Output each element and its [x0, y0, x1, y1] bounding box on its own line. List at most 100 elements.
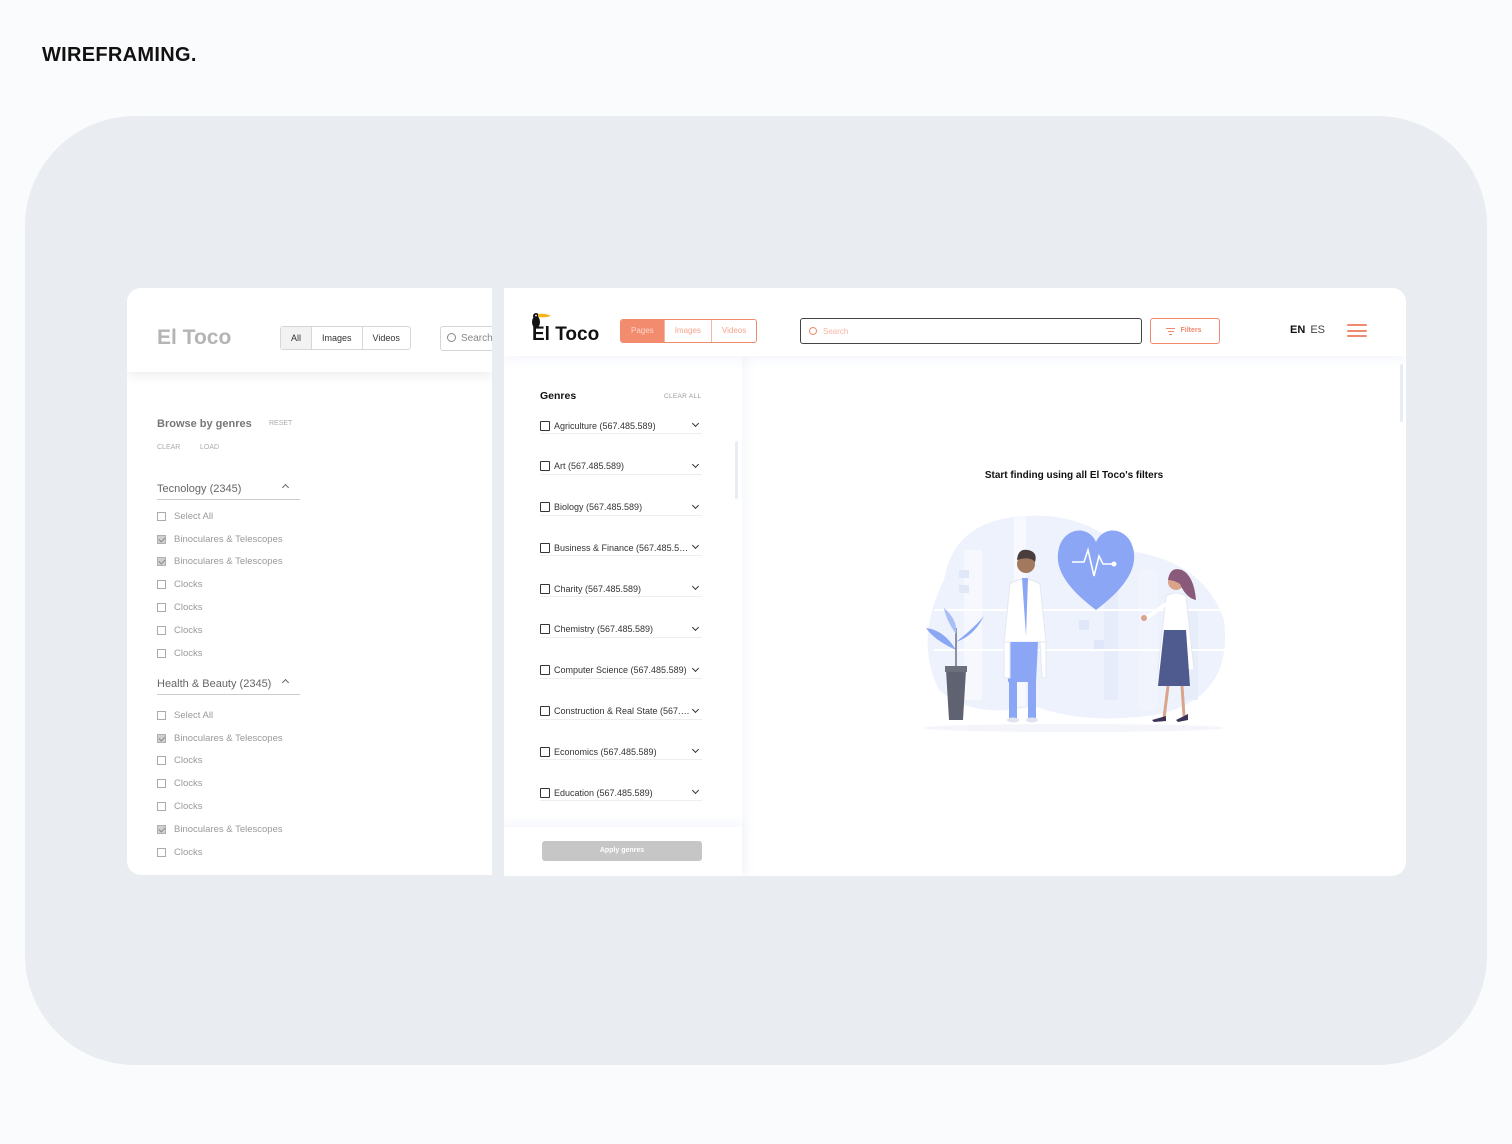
wireframe-checkbox-label: Select All — [174, 709, 214, 721]
menu-icon[interactable] — [1347, 324, 1367, 337]
group-header-tecnology[interactable]: Tecnology (2345) — [157, 483, 300, 500]
tab-videos[interactable]: Videos — [712, 320, 756, 342]
wireframe-tab-videos[interactable]: Videos — [363, 327, 410, 349]
genre-item[interactable]: Education (567.485.589) — [540, 775, 702, 816]
chevron-down-icon[interactable] — [691, 501, 700, 509]
genre-checkbox[interactable] — [540, 502, 550, 513]
genres-panel: Genres CLEAR ALL Agriculture (567.485.58… — [504, 356, 742, 876]
clear-link[interactable]: CLEAR — [157, 444, 180, 451]
genre-row[interactable]: Construction & Real State (567.485.589) — [540, 704, 702, 720]
lang-en-option[interactable]: EN — [1290, 324, 1305, 336]
wireframe-checkbox-item[interactable]: Select All — [157, 704, 283, 727]
genre-row[interactable]: Business & Finance (567.485.589) — [540, 540, 702, 557]
wireframe-tab-images[interactable]: Images — [312, 327, 363, 349]
load-link[interactable]: LOAD — [200, 444, 219, 451]
genre-checkbox[interactable] — [540, 706, 550, 717]
genre-checkbox[interactable] — [540, 542, 550, 553]
genre-label: Business & Finance (567.485.589) — [554, 542, 690, 553]
genre-item[interactable]: Biology (567.485.589) — [540, 490, 702, 531]
genre-label: Art (567.485.589) — [554, 461, 625, 472]
genre-item[interactable]: Business & Finance (567.485.589) — [540, 530, 702, 571]
genre-scrollbar[interactable] — [735, 441, 738, 499]
chevron-down-icon[interactable] — [691, 419, 700, 428]
checkbox-icon[interactable] — [157, 779, 166, 789]
wireframe-tab-all[interactable]: All — [281, 327, 313, 349]
genre-item[interactable]: Computer Science (567.485.589) — [540, 653, 702, 694]
wireframe-checkbox-item[interactable]: Select All — [157, 505, 283, 528]
genre-checkbox[interactable] — [540, 583, 550, 594]
reset-link[interactable]: RESET — [269, 420, 292, 427]
tab-images[interactable]: Images — [665, 320, 712, 342]
checkbox-checked-icon[interactable] — [157, 557, 166, 567]
wireframe-checkbox-item[interactable]: Binoculares & Telescopes — [157, 528, 283, 551]
checkbox-icon[interactable] — [157, 710, 166, 720]
chevron-down-icon[interactable] — [691, 460, 700, 468]
app-logo[interactable]: El Toco — [532, 324, 599, 346]
genre-row[interactable]: Biology (567.485.589) — [540, 500, 702, 516]
genre-checkbox[interactable] — [540, 787, 550, 798]
filters-label: Filters — [1180, 327, 1202, 334]
genre-label: Agriculture (567.485.589) — [554, 420, 656, 431]
genre-row[interactable]: Economics (567.485.589) — [540, 744, 702, 761]
chevron-down-icon[interactable] — [691, 746, 700, 754]
checkbox-icon[interactable] — [157, 648, 166, 658]
wireframe-checkbox-item[interactable]: Clocks — [157, 750, 283, 773]
genre-checkbox[interactable] — [540, 461, 550, 472]
wireframe-checkbox-item[interactable]: Clocks — [157, 596, 283, 619]
main-scrollbar[interactable] — [1400, 364, 1403, 422]
wireframe-checkbox-item[interactable]: Clocks — [157, 642, 283, 665]
wireframe-checkbox-item[interactable]: Clocks — [157, 772, 283, 795]
genre-row[interactable]: Agriculture (567.485.589) — [540, 418, 702, 434]
genre-item[interactable]: Agriculture (567.485.589) — [540, 408, 702, 449]
genre-checkbox[interactable] — [540, 624, 550, 635]
chevron-down-icon[interactable] — [691, 583, 700, 591]
checkbox-icon[interactable] — [157, 625, 166, 635]
genre-item[interactable]: Chemistry (567.485.589) — [540, 612, 702, 653]
genre-item[interactable]: Charity (567.485.589) — [540, 571, 702, 612]
wireframe-checkbox-item[interactable]: Clocks — [157, 841, 283, 864]
wireframe-logo[interactable]: El Toco — [157, 326, 231, 350]
chevron-down-icon[interactable] — [691, 705, 700, 713]
wireframe-checkbox-label: Clocks — [174, 801, 203, 813]
genre-row[interactable]: Charity (567.485.589) — [540, 581, 702, 598]
lang-es-option[interactable]: ES — [1310, 324, 1325, 336]
search-input[interactable] — [823, 322, 1123, 340]
wireframe-checkbox-item[interactable]: Binoculares & Telescopes — [157, 727, 283, 750]
genre-row[interactable]: Art (567.485.589) — [540, 459, 702, 475]
group-header-health-beauty[interactable]: Health & Beauty (2345) — [157, 678, 300, 695]
checkbox-icon[interactable] — [157, 580, 166, 590]
wireframe-checkbox-item[interactable]: Clocks — [157, 795, 283, 818]
checkbox-icon[interactable] — [157, 847, 166, 857]
chevron-down-icon[interactable] — [691, 787, 700, 795]
genre-row[interactable]: Education (567.485.589) — [540, 785, 702, 802]
genre-item[interactable]: Construction & Real State (567.485.589) — [540, 694, 702, 735]
genre-row[interactable]: Computer Science (567.485.589) — [540, 663, 702, 679]
wireframe-checkbox-label: Clocks — [174, 846, 203, 858]
chevron-down-icon[interactable] — [691, 623, 700, 632]
checkbox-checked-icon[interactable] — [157, 534, 166, 544]
tab-pages[interactable]: Pages — [621, 320, 665, 342]
apply-genres-button[interactable]: Apply genres — [542, 841, 702, 861]
chevron-down-icon[interactable] — [691, 664, 700, 672]
checkbox-checked-icon[interactable] — [157, 733, 166, 743]
chevron-down-icon[interactable] — [691, 542, 700, 550]
wireframe-checkbox-item[interactable]: Clocks — [157, 619, 283, 642]
genre-checkbox[interactable] — [540, 420, 550, 431]
genre-label: Construction & Real State (567.485.589) — [554, 706, 690, 717]
genre-item[interactable]: Art (567.485.589) — [540, 449, 702, 490]
genre-checkbox[interactable] — [540, 665, 550, 676]
checkbox-checked-icon[interactable] — [157, 824, 166, 834]
checkbox-icon[interactable] — [157, 603, 166, 613]
wireframe-checkbox-item[interactable]: Binoculares & Telescopes — [157, 551, 283, 574]
wireframe-search-input[interactable]: Search — [440, 326, 492, 351]
checkbox-icon[interactable] — [157, 756, 166, 766]
genre-item[interactable]: Economics (567.485.589) — [540, 734, 702, 775]
checkbox-icon[interactable] — [157, 802, 166, 812]
genre-checkbox[interactable] — [540, 746, 550, 757]
genre-row[interactable]: Chemistry (567.485.589) — [540, 622, 702, 638]
clear-all-button[interactable]: CLEAR ALL — [664, 393, 701, 400]
wireframe-checkbox-item[interactable]: Binoculares & Telescopes — [157, 818, 283, 841]
checkbox-icon[interactable] — [157, 511, 166, 521]
filters-button[interactable]: Filters — [1150, 318, 1220, 344]
wireframe-checkbox-item[interactable]: Clocks — [157, 573, 283, 596]
